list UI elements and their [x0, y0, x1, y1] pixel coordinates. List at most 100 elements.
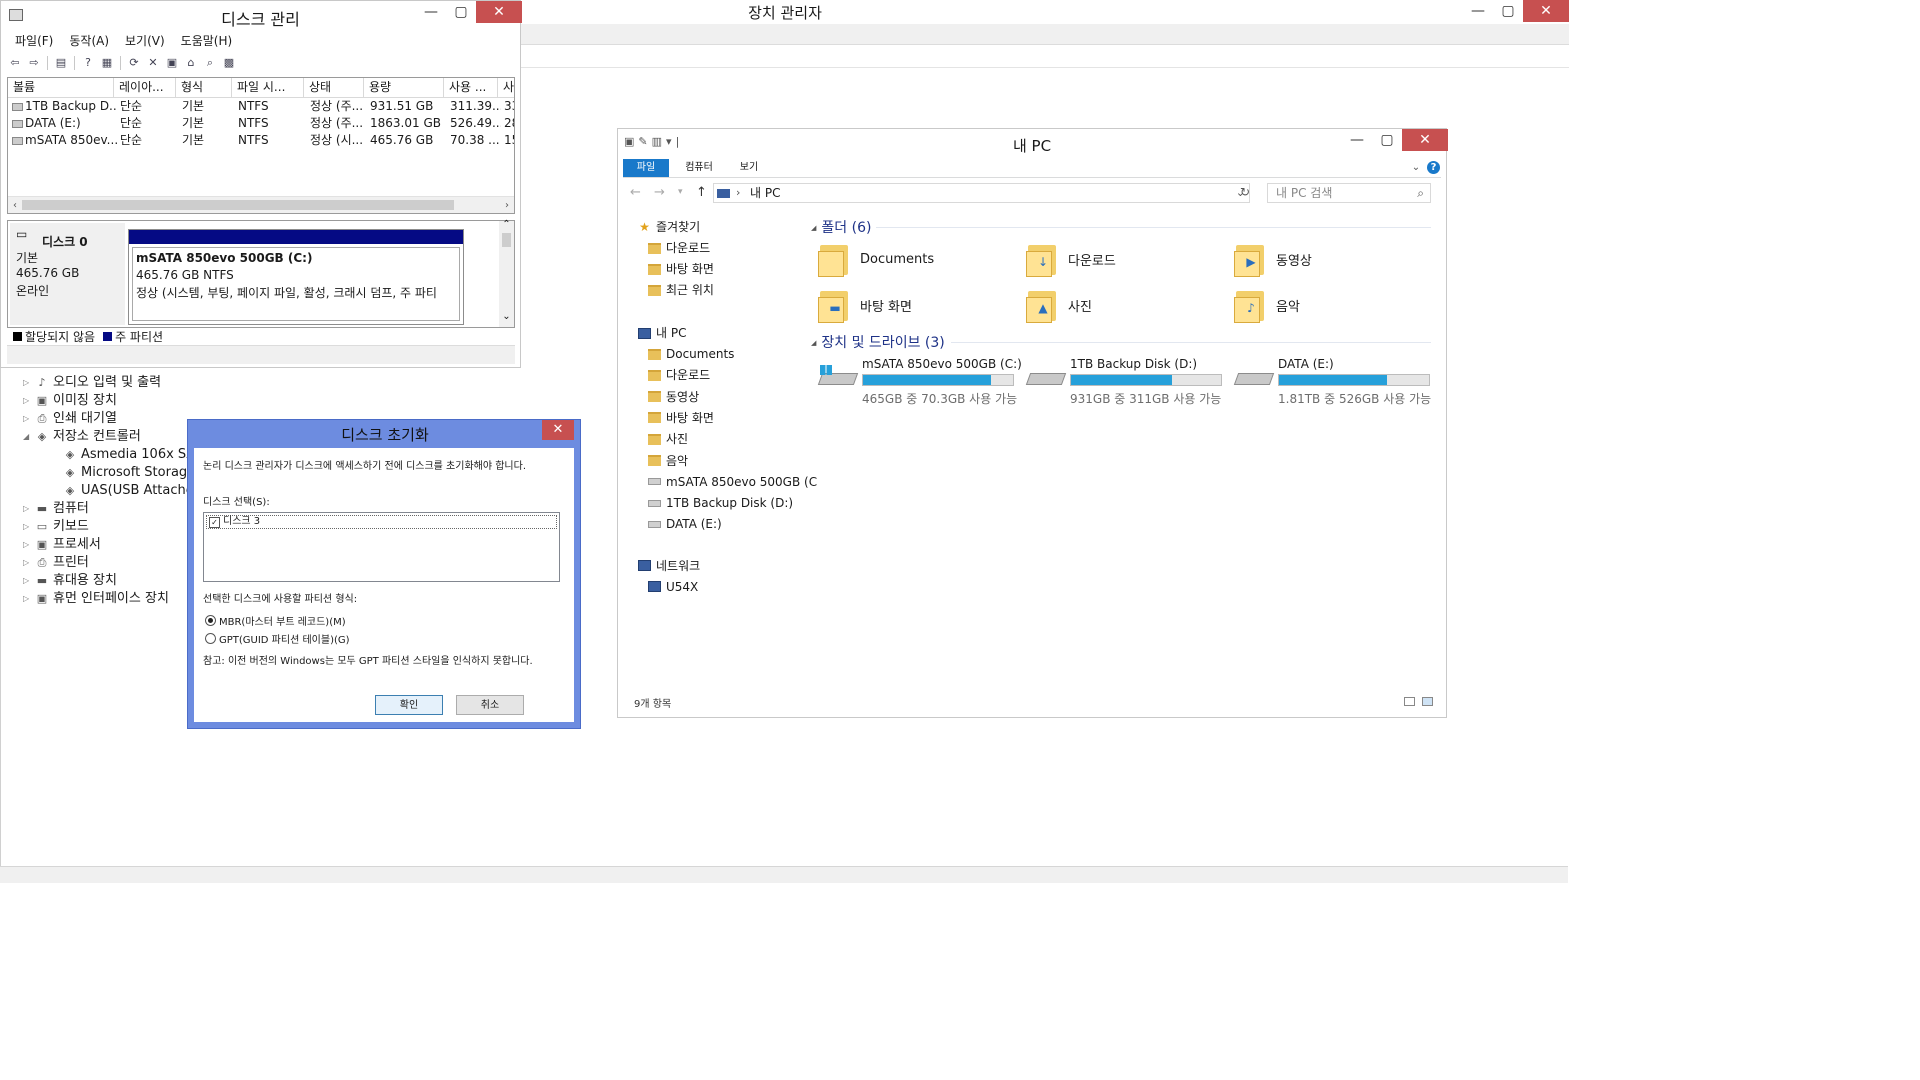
tab-view[interactable]: 보기 — [727, 159, 771, 177]
column-header[interactable]: 볼륨 — [8, 78, 114, 97]
minimize-button[interactable]: — — [1342, 129, 1372, 151]
address-bar[interactable]: › 내 PC ⌄ — [713, 183, 1250, 203]
expand-arrow-icon[interactable]: ▷ — [23, 590, 33, 608]
properties-list-icon[interactable]: ▦ — [99, 56, 115, 70]
mbr-radio[interactable] — [205, 615, 216, 626]
drive-item[interactable]: DATA (E:) 1.81TB 중 526GB 사용 가능 — [1233, 357, 1434, 406]
drive-item[interactable]: 1TB Backup Disk (D:) 931GB 중 311GB 사용 가능 — [1025, 357, 1226, 406]
console-tree-icon[interactable]: ▤ — [53, 56, 69, 70]
maximize-button[interactable]: ▢ — [1372, 129, 1402, 151]
disk-3-item[interactable]: ✓ 디스크 3 — [206, 515, 557, 529]
column-header[interactable]: 형식 — [176, 78, 232, 97]
expand-arrow-icon[interactable]: ▷ — [23, 500, 33, 518]
close-button[interactable]: ✕ — [476, 1, 522, 23]
expand-arrow-icon[interactable]: ▷ — [23, 392, 33, 410]
search-input[interactable]: 내 PC 검색 ⌕ — [1267, 183, 1431, 203]
drives-header[interactable]: 장치 및 드라이브 (3) — [811, 332, 944, 352]
column-header[interactable]: 레이아... — [114, 78, 176, 97]
ribbon-expand-icon[interactable]: ⌄ — [1409, 159, 1423, 177]
explorer-titlebar[interactable]: ▣ ✎ ▥ ▾ | 내 PC — ▢ ✕ — [618, 129, 1448, 159]
help-icon[interactable]: ? — [1427, 161, 1440, 174]
column-header[interactable]: 사용 ... — [444, 78, 498, 97]
device-tree-item[interactable]: ▷ ▬ 컴퓨터 — [23, 500, 89, 518]
disk-0-info[interactable]: ▭ 디스크 0 기본 465.76 GB 온라인 — [10, 223, 125, 325]
scrollbar-thumb[interactable] — [502, 233, 511, 247]
close-button[interactable]: ✕ — [1402, 129, 1448, 151]
nav-item[interactable]: 1TB Backup Disk (D:) — [648, 493, 793, 513]
nav-item[interactable]: 음악 — [648, 451, 688, 471]
menu-item[interactable]: 파일(F) — [7, 31, 61, 51]
table-row[interactable]: mSATA 850ev... 단순 기본 NTFS 정상 (시... 465.76 GB 7… — [8, 132, 514, 149]
close-button[interactable]: ✕ — [1523, 0, 1569, 22]
folder-item[interactable]: ♪ 음악 — [1234, 283, 1300, 327]
maximize-button[interactable]: ▢ — [1493, 0, 1523, 22]
nav-item[interactable]: 바탕 화면 — [648, 408, 714, 428]
device-tree-item[interactable]: ▷ ▣ 이미징 장치 — [23, 392, 117, 410]
forward-button[interactable]: → — [654, 185, 665, 200]
scroll-down-icon[interactable]: ⌄ — [499, 311, 514, 322]
device-tree-item[interactable]: ▷ ♪ 오디오 입력 및 출력 — [23, 374, 161, 392]
nav-item[interactable]: 동영상 — [648, 387, 699, 407]
nav-item[interactable]: DATA (E:) — [648, 514, 722, 534]
nav-item[interactable]: Documents — [648, 344, 734, 364]
maximize-button[interactable]: ▢ — [446, 1, 476, 23]
expand-arrow-icon[interactable]: ▷ — [23, 410, 33, 428]
refresh-icon[interactable]: ↻ — [1240, 185, 1250, 199]
drive-item[interactable]: mSATA 850evo 500GB (C:) 465GB 중 70.3GB 사용… — [817, 357, 1022, 406]
menu-item[interactable]: 도움말(H) — [173, 31, 241, 51]
device-tree-item[interactable]: ▷ ▭ 키보드 — [23, 518, 89, 536]
expand-arrow-icon[interactable]: ▷ — [23, 554, 33, 572]
recent-locations-button[interactable]: ▾ — [678, 187, 683, 197]
nav-item[interactable]: 바탕 화면 — [648, 259, 714, 279]
device-tree-item[interactable]: ▷ ⎙ 프린터 — [23, 554, 89, 572]
back-icon[interactable]: ⇦ — [7, 56, 23, 70]
forward-icon[interactable]: ⇨ — [26, 56, 42, 70]
cancel-button[interactable]: 취소 — [456, 695, 524, 715]
menu-item[interactable]: 동작(A) — [61, 31, 117, 51]
properties-icon[interactable]: ▣ — [164, 56, 180, 70]
device-tree-item[interactable]: ▷ ▬ 휴대용 장치 — [23, 572, 117, 590]
horizontal-scrollbar[interactable]: ‹ › — [8, 196, 514, 213]
folder-item[interactable]: ▶ 동영상 — [1234, 237, 1312, 281]
scroll-up-icon[interactable]: ⌃ — [499, 219, 514, 230]
column-header[interactable]: 파일 시... — [232, 78, 304, 97]
help-icon[interactable]: ? — [80, 56, 96, 70]
table-row[interactable]: 1TB Backup D... 단순 기본 NTFS 정상 (주... 931.51 GB… — [8, 98, 514, 115]
device-tree-item[interactable]: ◢ ◈ 저장소 컨트롤러 — [23, 428, 141, 446]
scroll-left-icon[interactable]: ‹ — [8, 197, 22, 213]
ok-button[interactable]: 확인 — [375, 695, 443, 715]
expand-arrow-icon[interactable]: ◢ — [23, 428, 33, 446]
refresh-icon[interactable]: ⟳ — [126, 56, 142, 70]
nav-item[interactable]: 사진 — [648, 429, 688, 449]
nav-item[interactable]: U54X — [648, 577, 698, 597]
minimize-button[interactable]: — — [1463, 0, 1493, 22]
delete-icon[interactable]: ✕ — [145, 56, 161, 70]
nav-item[interactable]: 내 PC — [638, 323, 686, 343]
dialog-close-button[interactable]: ✕ — [542, 420, 574, 440]
tab-file[interactable]: 파일 — [623, 159, 669, 177]
nav-item[interactable]: 최근 위치 — [648, 280, 714, 300]
folder-item[interactable]: Documents — [818, 237, 934, 281]
folder-item[interactable]: ▲ 사진 — [1026, 283, 1092, 327]
folder-item[interactable]: ↓ 다운로드 — [1026, 237, 1116, 281]
column-header[interactable]: 용량 — [364, 78, 444, 97]
nav-item[interactable]: ★ 즐겨찾기 — [638, 217, 700, 237]
expand-arrow-icon[interactable]: ▷ — [23, 572, 33, 590]
scroll-right-icon[interactable]: › — [500, 197, 514, 213]
nav-item[interactable]: mSATA 850evo 500GB (C — [648, 472, 817, 492]
column-header[interactable]: 사 — [498, 78, 514, 97]
large-icons-view-icon[interactable] — [1422, 697, 1433, 706]
up-button[interactable]: ↑ — [696, 185, 707, 200]
disk-3-checkbox[interactable]: ✓ — [209, 517, 220, 528]
search-icon[interactable]: ⌕ — [202, 56, 218, 70]
minimize-button[interactable]: — — [416, 1, 446, 23]
disk-management-titlebar[interactable]: 디스크 관리 — ▢ ✕ — [1, 1, 522, 29]
back-button[interactable]: ← — [630, 185, 641, 200]
device-tree-item[interactable]: ▷ ▣ 프로세서 — [23, 536, 101, 554]
expand-arrow-icon[interactable]: ▷ — [23, 518, 33, 536]
gpt-option[interactable]: GPT(GUID 파티션 테이블)(G) — [205, 631, 350, 646]
partition-c[interactable]: mSATA 850evo 500GB (C:) 465.76 GB NTFS 정… — [128, 229, 464, 325]
open-folder-icon[interactable]: ⌂ — [183, 56, 199, 70]
nav-item[interactable]: 네트워크 — [638, 556, 700, 576]
tab-computer[interactable]: 컴퓨터 — [673, 159, 725, 177]
